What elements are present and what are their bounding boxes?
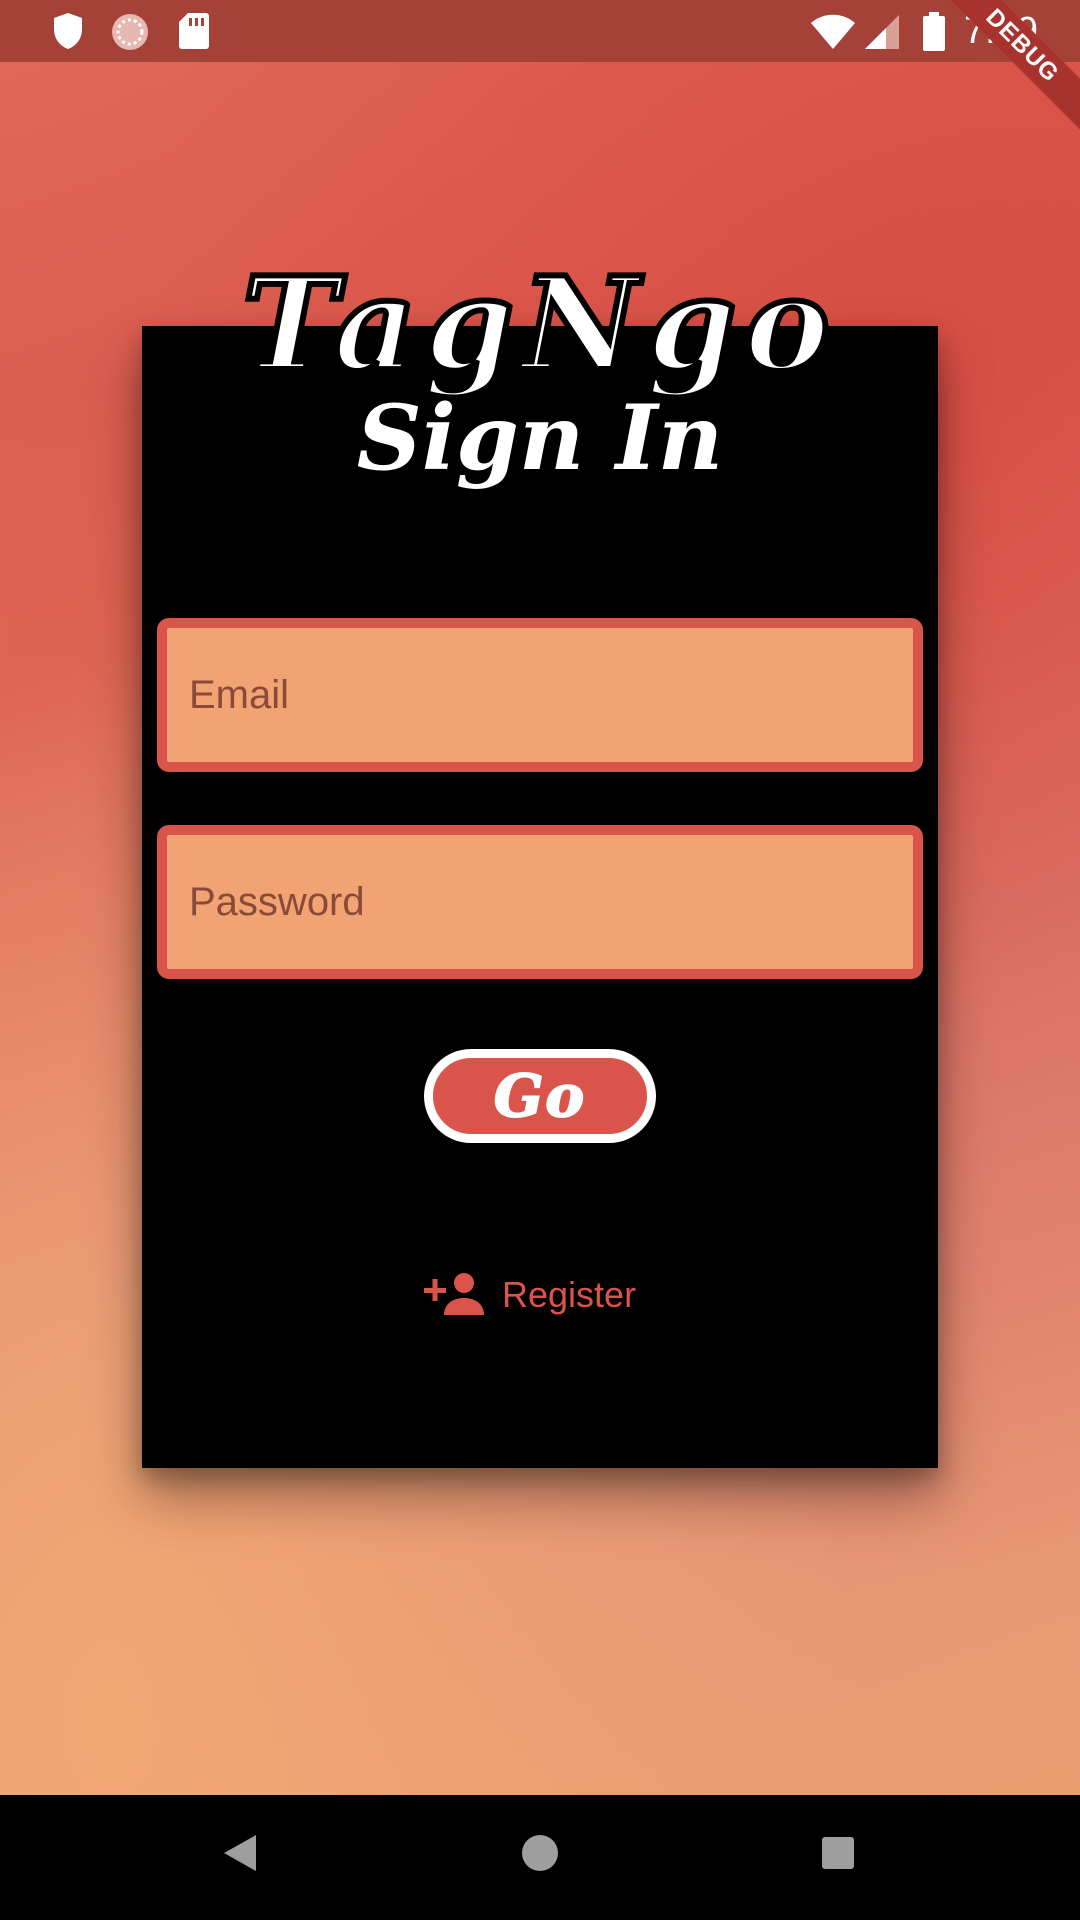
- email-field-frame: [157, 618, 923, 772]
- email-field[interactable]: [167, 628, 913, 762]
- sd-card-icon: [178, 12, 210, 55]
- battery-icon: [922, 12, 946, 57]
- person-add-icon: [424, 1271, 484, 1320]
- password-field[interactable]: [167, 835, 913, 969]
- home-icon[interactable]: [520, 1833, 560, 1878]
- app-logo: TagNgo: [239, 247, 838, 403]
- signal-icon: [864, 14, 900, 55]
- back-icon[interactable]: [222, 1833, 258, 1878]
- page-title: Sign In: [356, 385, 724, 491]
- recents-icon[interactable]: [820, 1833, 856, 1878]
- register-button[interactable]: Register: [424, 1270, 636, 1320]
- register-label: Register: [502, 1274, 637, 1315]
- status-bar: 7:59 DEBUG: [0, 0, 1080, 144]
- shield-icon: [52, 12, 84, 55]
- sync-icon: [110, 12, 150, 57]
- navigation-bar: [0, 1795, 1080, 1920]
- go-button[interactable]: Go: [424, 1049, 656, 1143]
- password-field-frame: [157, 825, 923, 979]
- wifi-icon: [810, 14, 856, 55]
